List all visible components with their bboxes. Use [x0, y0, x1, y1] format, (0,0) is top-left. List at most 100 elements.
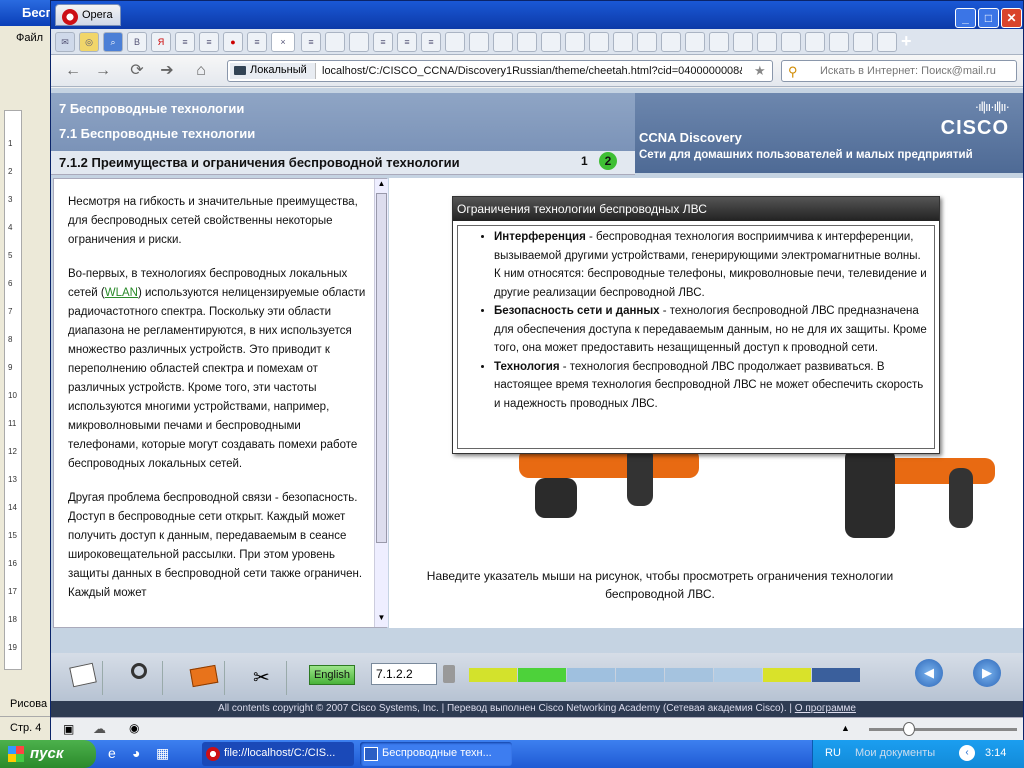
- mail-icon[interactable]: ✉: [55, 32, 75, 52]
- task-opera[interactable]: file://localhost/C:/CIS...: [202, 742, 354, 766]
- fast-forward-icon[interactable]: ➔: [157, 61, 177, 81]
- next-button[interactable]: ▶: [973, 659, 1001, 687]
- ruler-number: 14: [8, 503, 17, 512]
- page-tab[interactable]: [877, 32, 897, 52]
- progress-segment[interactable]: [616, 668, 664, 682]
- page-tab[interactable]: ≡: [301, 32, 321, 52]
- minimize-button[interactable]: _: [955, 8, 976, 28]
- media-icon[interactable]: ▦: [156, 745, 169, 762]
- page-tab[interactable]: [781, 32, 801, 52]
- page-2-button[interactable]: 2: [599, 152, 617, 170]
- chrome-icon[interactable]: ◕: [132, 745, 140, 761]
- copyright-bar: All contents copyright © 2007 Cisco Syst…: [51, 701, 1023, 717]
- page-tab[interactable]: [733, 32, 753, 52]
- url-text[interactable]: localhost/C:/CISCO_CCNA/Discovery1Russia…: [322, 65, 742, 77]
- page-tab[interactable]: [661, 32, 681, 52]
- reload-icon[interactable]: ⟳: [127, 61, 147, 81]
- panel-toggle-icon[interactable]: ▣: [63, 722, 74, 736]
- page-tab[interactable]: [541, 32, 561, 52]
- page-tab[interactable]: [325, 32, 345, 52]
- go-icon[interactable]: [443, 665, 455, 683]
- language-indicator[interactable]: RU: [825, 747, 841, 759]
- progress-segment[interactable]: [714, 668, 762, 682]
- page-tab[interactable]: [349, 32, 369, 52]
- about-link[interactable]: О программе: [795, 703, 856, 714]
- notes-icon[interactable]: [63, 661, 103, 695]
- forward-icon[interactable]: →: [93, 61, 113, 81]
- opera-page-tab[interactable]: ●: [223, 32, 243, 52]
- my-documents-toolbar[interactable]: Мои документы: [855, 747, 935, 759]
- glossary-book-icon[interactable]: [185, 661, 225, 695]
- zoom-menu-icon[interactable]: ▲: [841, 723, 850, 733]
- speed-icon[interactable]: ◉: [129, 721, 139, 735]
- search-input[interactable]: ⚲ Искать в Интернет: Поиск@mail.ru: [781, 60, 1017, 82]
- search-course-icon[interactable]: [123, 661, 163, 695]
- page-tab[interactable]: [517, 32, 537, 52]
- ie-icon[interactable]: e: [108, 745, 116, 761]
- address-field[interactable]: Локальный localhost/C:/CISCO_CCNA/Discov…: [227, 60, 773, 82]
- ruler-number: 1: [8, 139, 13, 148]
- add-tab-button[interactable]: +: [901, 31, 912, 52]
- page-tab[interactable]: [613, 32, 633, 52]
- wlan-link[interactable]: WLAN: [105, 287, 138, 299]
- page-tab[interactable]: [589, 32, 609, 52]
- progress-bar[interactable]: [469, 668, 861, 682]
- page-number-field[interactable]: 7.1.2.2: [371, 663, 437, 685]
- close-tab-icon[interactable]: ×: [280, 37, 285, 47]
- page-tab[interactable]: ≡: [421, 32, 441, 52]
- chevron-icon[interactable]: ‹: [959, 745, 975, 761]
- page-tab[interactable]: ≡: [175, 32, 195, 52]
- page-tab[interactable]: [685, 32, 705, 52]
- bookmark-star-icon[interactable]: ★: [754, 63, 766, 79]
- scroll-down-icon[interactable]: ▼: [376, 613, 387, 625]
- start-button[interactable]: пуск: [0, 740, 96, 768]
- page-tab[interactable]: [829, 32, 849, 52]
- home-icon[interactable]: ⌂: [191, 61, 211, 81]
- zoom-slider[interactable]: [869, 728, 1017, 731]
- word-draw-label[interactable]: Рисова: [10, 698, 47, 710]
- search-tab-icon[interactable]: ⌕: [103, 32, 123, 52]
- page-1-button[interactable]: 1: [581, 154, 588, 168]
- page-tab[interactable]: [757, 32, 777, 52]
- maximize-button[interactable]: □: [978, 8, 999, 28]
- english-button[interactable]: English: [309, 665, 355, 685]
- page-tab[interactable]: ≡: [397, 32, 417, 52]
- page-tab[interactable]: ≡: [199, 32, 219, 52]
- page-tab[interactable]: [469, 32, 489, 52]
- progress-segment[interactable]: [518, 668, 566, 682]
- speed-dial-icon[interactable]: ◎: [79, 32, 99, 52]
- task-word[interactable]: Беспроводные техн...: [360, 742, 512, 766]
- page-tab[interactable]: ≡: [373, 32, 393, 52]
- opera-menu-tab[interactable]: Opera: [55, 4, 121, 26]
- progress-segment[interactable]: [763, 668, 811, 682]
- tools-icon[interactable]: ✂: [247, 661, 287, 695]
- page-tab[interactable]: [565, 32, 585, 52]
- active-page-tab[interactable]: ×: [271, 32, 295, 52]
- zoom-slider-knob[interactable]: [903, 722, 915, 736]
- scroll-up-icon[interactable]: ▲: [376, 179, 387, 191]
- unite-icon[interactable]: ☁: [93, 721, 106, 737]
- text-scrollbar[interactable]: ▲ ▼: [374, 179, 388, 627]
- scroll-thumb[interactable]: [376, 193, 387, 543]
- page-tab[interactable]: ≡: [247, 32, 267, 52]
- back-icon[interactable]: ←: [63, 61, 83, 81]
- progress-segment[interactable]: [469, 668, 517, 682]
- list-item: Безопасность сети и данных - технология …: [494, 302, 928, 358]
- page-tab[interactable]: [709, 32, 729, 52]
- search-icon[interactable]: ⚲: [788, 64, 798, 80]
- prev-button[interactable]: ◀: [915, 659, 943, 687]
- page-tab[interactable]: [637, 32, 657, 52]
- page-tab[interactable]: [493, 32, 513, 52]
- vk-tab-icon[interactable]: В: [127, 32, 147, 52]
- yandex-tab-icon[interactable]: Я: [151, 32, 171, 52]
- local-badge[interactable]: Локальный: [230, 63, 316, 79]
- progress-segment[interactable]: [812, 668, 860, 682]
- page-tab[interactable]: [853, 32, 873, 52]
- progress-segment[interactable]: [665, 668, 713, 682]
- progress-segment[interactable]: [567, 668, 615, 682]
- page-tab[interactable]: [805, 32, 825, 52]
- word-menu-file[interactable]: Файл: [16, 32, 43, 44]
- popup-title: Ограничения технологии беспроводных ЛВС: [453, 197, 939, 221]
- close-button[interactable]: ✕: [1001, 8, 1022, 28]
- page-tab[interactable]: [445, 32, 465, 52]
